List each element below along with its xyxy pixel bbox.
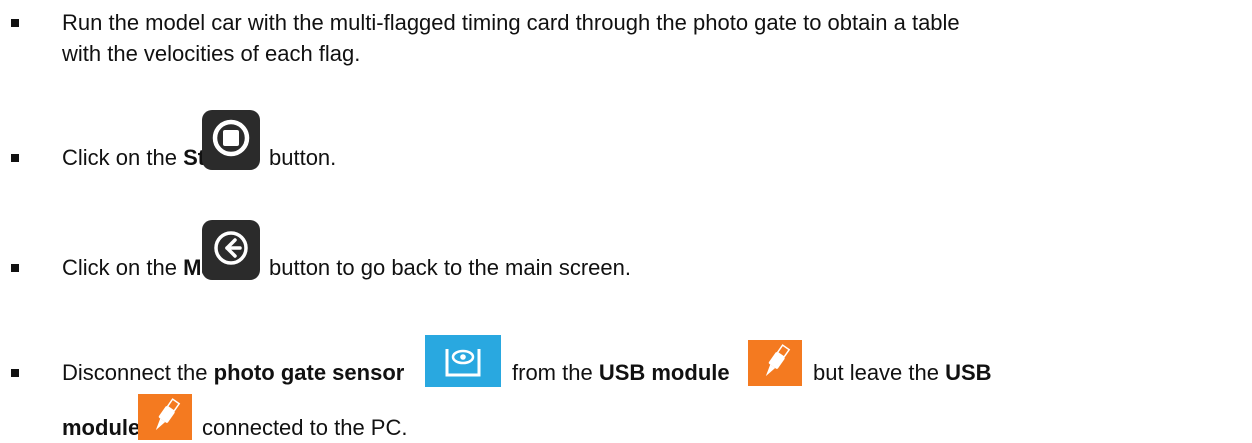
step-4-bold-1: photo gate sensor [213, 360, 405, 385]
step-4-bold-3: USB [945, 360, 992, 385]
step-4-post: connected to the PC. [202, 415, 408, 440]
step-1-text-2: with the velocities of each flag. [62, 41, 361, 66]
step-4-bold-4: module [62, 415, 141, 440]
usb-module-icon [748, 340, 802, 386]
step-4-line-2a: module [62, 415, 140, 441]
step-4-bold-2: USB module [598, 360, 730, 385]
step-1-text-1: Run the model car with the multi-flagged… [62, 10, 960, 35]
step-2-line-post: button. [269, 145, 336, 171]
step-2-post: button. [269, 145, 337, 170]
bullet [11, 369, 19, 377]
step-4-line-1b: from the USB module [512, 360, 730, 386]
step-4-mid-2: but leave the [813, 360, 946, 385]
stop-icon [202, 110, 260, 170]
step-2-pre: Click on the [62, 145, 184, 170]
back-arrow-icon [202, 220, 260, 280]
step-4-pre: Disconnect the [62, 360, 214, 385]
step-3-pre: Click on the [62, 255, 184, 280]
step-1-line-1: Run the model car with the multi-flagged… [62, 10, 960, 36]
bullet [11, 154, 19, 162]
step-4-line-2b: connected to the PC. [202, 415, 407, 441]
step-3-line-post: button to go back to the main screen. [269, 255, 631, 281]
step-3-post: button to go back to the main screen. [269, 255, 632, 280]
bullet [11, 19, 19, 27]
step-4-line-1a: Disconnect the photo gate sensor [62, 360, 404, 386]
step-4-line-1c: but leave the USB [813, 360, 992, 386]
step-1-line-2: with the velocities of each flag. [62, 41, 360, 67]
usb-module-icon [138, 394, 192, 440]
step-4-mid-1: from the [512, 360, 599, 385]
photo-gate-icon [425, 335, 501, 387]
bullet [11, 264, 19, 272]
